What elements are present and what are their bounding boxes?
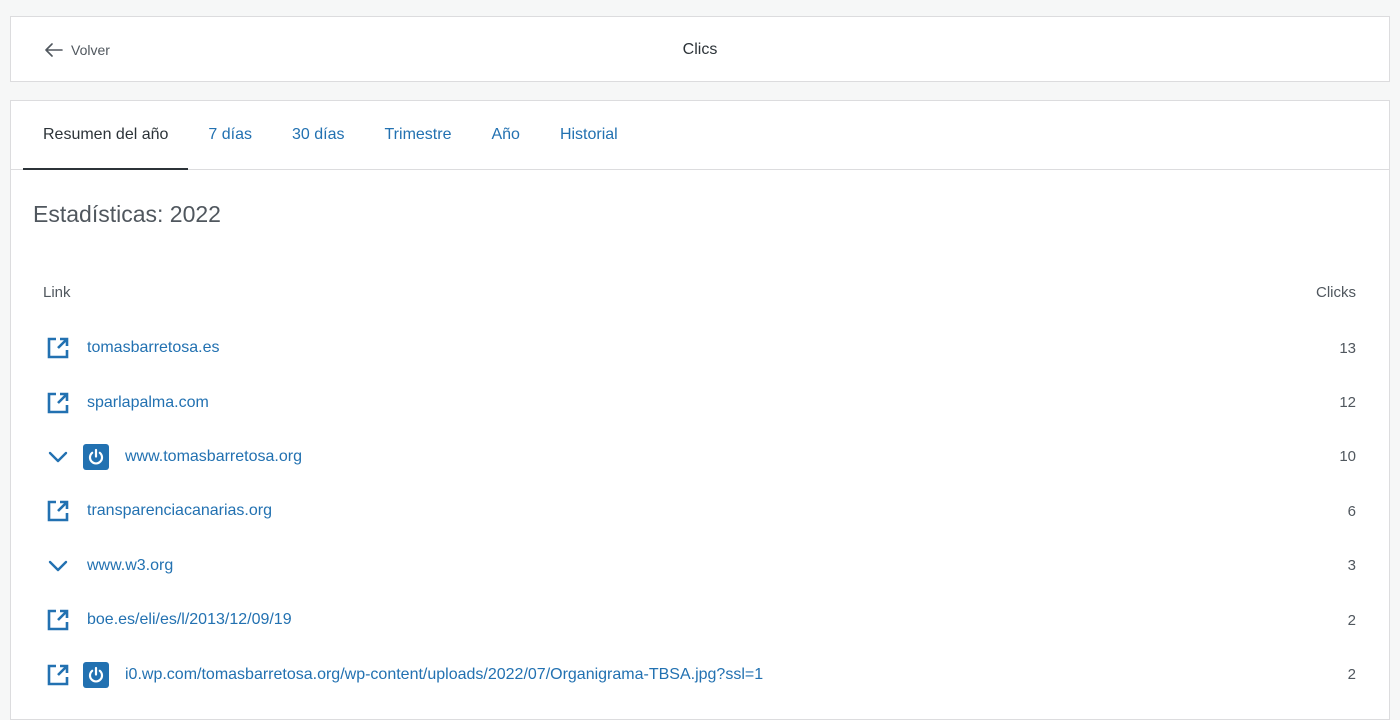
external-link-icon[interactable] [45,662,71,688]
row-link[interactable]: sparlapalma.com [87,394,209,412]
period-tabs: Resumen del año 7 días 30 días Trimestre… [11,101,1389,170]
row-clicks-count: 2 [1347,666,1356,684]
page-title: Clics [682,41,718,58]
tab-year[interactable]: Año [471,101,539,169]
row-clicks-count: 3 [1347,557,1356,575]
row-link[interactable]: boe.es/eli/es/l/2013/12/09/19 [87,611,292,629]
table-row: boe.es/eli/es/l/2013/12/09/19 2 [11,593,1389,647]
table-row: www.w3.org 3 [11,539,1389,593]
power-icon [83,661,109,688]
table-row: www.tomasbarretosa.org 10 [11,430,1389,484]
section-title: Estadísticas: 2022 [33,201,221,227]
table-row: sparlapalma.com 12 [11,375,1389,429]
table-row: transparenciacanarias.org 6 [11,484,1389,538]
external-link-icon[interactable] [45,498,71,524]
clicks-list: tomasbarretosa.es 13 sparlapalma.com 12 www.… [11,321,1389,702]
stats-card: Resumen del año 7 días 30 días Trimestre… [10,100,1390,720]
external-link-icon[interactable] [45,607,71,633]
row-link[interactable]: www.w3.org [87,557,173,575]
header-card: Volver Clics [10,16,1390,82]
tab-year-summary[interactable]: Resumen del año [23,101,189,170]
row-clicks-count: 12 [1339,394,1356,412]
external-link-icon[interactable] [45,390,71,416]
row-link[interactable]: transparenciacanarias.org [87,502,272,520]
row-clicks-count: 13 [1339,339,1356,357]
row-link[interactable]: tomasbarretosa.es [87,339,220,357]
tab-30-days[interactable]: 30 días [272,101,364,169]
arrow-left-icon [45,43,63,57]
column-header-link: Link [43,284,71,301]
column-header-clicks: Clicks [1316,284,1356,301]
chevron-down-icon[interactable] [45,444,71,470]
row-clicks-count: 10 [1339,448,1356,466]
back-label: Volver [71,42,110,58]
power-icon [83,443,109,470]
table-row: tomasbarretosa.es 13 [11,321,1389,375]
row-link[interactable]: i0.wp.com/tomasbarretosa.org/wp-content/… [125,666,763,684]
chevron-down-icon[interactable] [45,553,71,579]
row-clicks-count: 6 [1347,502,1356,520]
external-link-icon[interactable] [45,335,71,361]
back-button[interactable]: Volver [45,17,110,83]
row-link[interactable]: www.tomasbarretosa.org [125,448,302,466]
table-row: i0.wp.com/tomasbarretosa.org/wp-content/… [11,647,1389,701]
tab-history[interactable]: Historial [540,101,638,169]
tab-quarter[interactable]: Trimestre [365,101,472,169]
tab-7-days[interactable]: 7 días [188,101,272,169]
row-clicks-count: 2 [1347,611,1356,629]
